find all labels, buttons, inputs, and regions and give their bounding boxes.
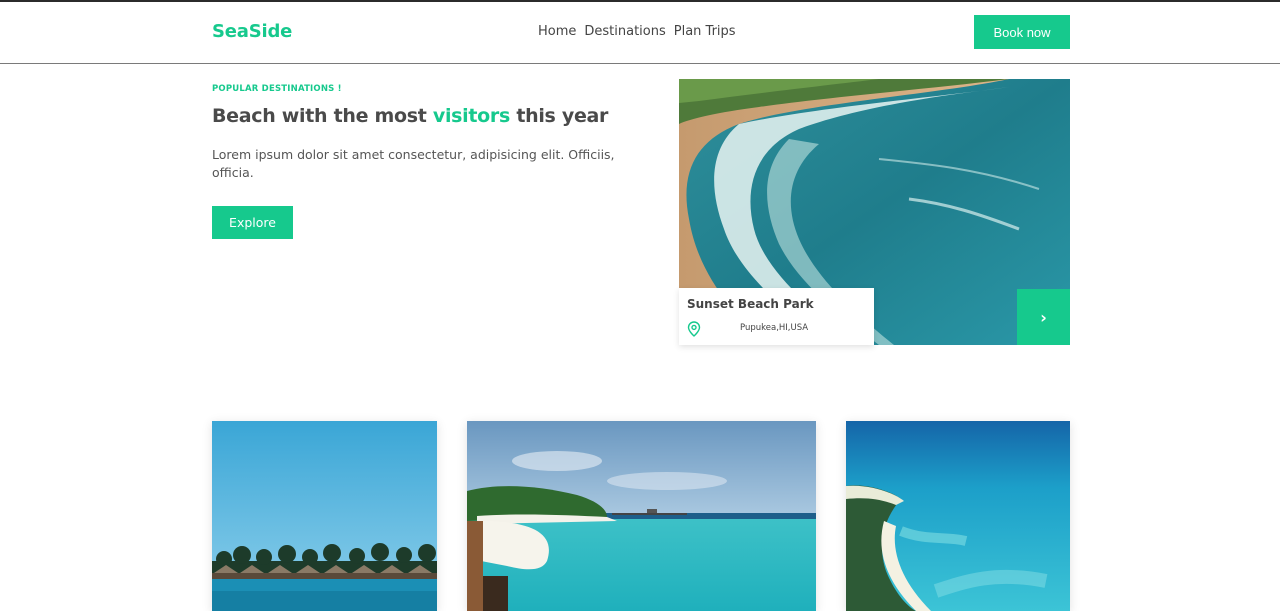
chevron-right-icon: ›: [1040, 307, 1047, 327]
featured-title: Sunset Beach Park: [687, 297, 814, 311]
gallery-card-lagoon[interactable]: [467, 421, 816, 611]
main-nav: Home Destinations Plan Trips: [538, 24, 736, 39]
featured-info-card[interactable]: Sunset Beach Park Pupukea,HI,USA: [679, 288, 874, 345]
gallery-card-bungalows[interactable]: [212, 421, 437, 611]
next-slide-button[interactable]: ›: [1017, 289, 1070, 345]
featured-location: Pupukea,HI,USA: [740, 323, 809, 333]
headline-accent: visitors: [432, 105, 510, 127]
explore-button[interactable]: Explore: [212, 206, 293, 239]
hero-description: Lorem ipsum dolor sit amet consectetur, …: [212, 147, 615, 180]
hero-kicker: POPULAR DESTINATIONS !: [212, 84, 342, 94]
headline-post: this year: [510, 105, 609, 127]
hero-headline: Beach with the most visitors this year: [212, 105, 608, 127]
headline-pre: Beach with the most: [212, 105, 433, 127]
nav-home[interactable]: Home: [538, 24, 576, 39]
gallery-card-reef[interactable]: [846, 421, 1070, 611]
map-pin-icon: [687, 321, 701, 337]
site-header: SeaSide Home Destinations Plan Trips Boo…: [0, 2, 1280, 64]
book-now-button[interactable]: Book now: [974, 15, 1070, 49]
nav-destinations[interactable]: Destinations: [584, 24, 665, 39]
brand-logo[interactable]: SeaSide: [212, 21, 292, 42]
nav-plan-trips[interactable]: Plan Trips: [674, 24, 736, 39]
